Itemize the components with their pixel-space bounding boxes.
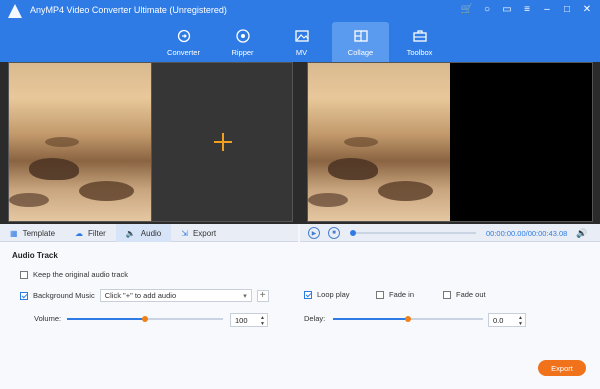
section-title: Audio Track [12, 251, 58, 260]
app-logo-icon [8, 4, 22, 18]
tab-mv-label: MV [295, 47, 308, 57]
tab-audio-label: Audio [140, 228, 162, 238]
menu-icon[interactable]: ≡ [520, 2, 534, 18]
add-audio-button[interactable]: + [256, 289, 269, 302]
tab-template[interactable]: ▦ Template [0, 224, 65, 242]
minimize-icon[interactable]: – [540, 2, 554, 18]
collage-icon [353, 29, 368, 42]
chevron-down-icon: ▾ [243, 292, 247, 300]
stepper-arrows-icon[interactable]: ▲ ▼ [518, 315, 523, 327]
delay-label: Delay: [304, 314, 326, 323]
mv-icon [294, 29, 309, 42]
tab-filter-label: Filter [88, 228, 106, 238]
playhead[interactable] [350, 230, 356, 236]
playback-bar: ▶ ■ 00:00:00.00/00:00:43.08 🔊 [300, 224, 600, 242]
music-select[interactable]: Click "+" to add audio ▾ [99, 289, 252, 302]
delay-value: 0.0 [493, 315, 504, 325]
tab-collage-label: Collage [347, 47, 374, 57]
loop-play-label: Loop play [317, 290, 350, 299]
preview-area [0, 62, 600, 224]
converter-icon [177, 29, 190, 42]
fade-in-row: Fade in [376, 290, 414, 299]
stepper-arrows-icon[interactable]: ▲ ▼ [260, 315, 265, 327]
title-bar: AnyMP4 Video Converter Ultimate (Unregis… [0, 0, 600, 22]
volume-icon[interactable]: 🔊 [576, 228, 587, 239]
tab-export[interactable]: ⇲ Export [171, 224, 226, 242]
collage-subtabs: ▦ Template ☁ Filter 🔈 Audio ⇲ Export [0, 224, 298, 242]
tab-audio[interactable]: 🔈 Audio [115, 224, 172, 242]
volume-slider[interactable] [67, 316, 223, 322]
tab-ripper-label: Ripper [231, 47, 254, 57]
keep-original-row: Keep the original audio track [20, 270, 128, 279]
tab-collage[interactable]: Collage [332, 22, 389, 62]
tab-filter[interactable]: ☁ Filter [65, 224, 116, 242]
volume-value: 100 [235, 315, 248, 325]
app-title: AnyMP4 Video Converter Ultimate (Unregis… [30, 5, 227, 15]
volume-label: Volume: [34, 314, 62, 323]
playback-progress[interactable] [350, 230, 476, 236]
cart-icon[interactable]: 🛒 [460, 2, 474, 18]
loop-play-row: Loop play [304, 290, 350, 299]
tab-ripper[interactable]: Ripper [214, 22, 271, 62]
filter-icon: ☁ [75, 228, 84, 238]
audio-panel: Audio Track Keep the original audio trac… [0, 242, 600, 389]
loop-play-checkbox[interactable] [304, 290, 312, 299]
preview-video-frame [308, 63, 450, 221]
playback-time: 00:00:00.00/00:00:43.08 [486, 229, 568, 238]
close-icon[interactable]: ✕ [580, 2, 594, 18]
tab-converter-label: Converter [167, 47, 200, 57]
tab-export-label: Export [192, 228, 217, 238]
fade-out-row: Fade out [443, 290, 486, 299]
main-nav: Converter Ripper MV Collage Toolbox [155, 22, 450, 62]
toolbox-icon [412, 29, 427, 42]
output-preview [307, 62, 593, 222]
stop-icon[interactable]: ■ [328, 227, 340, 239]
export-tab-icon: ⇲ [181, 228, 188, 238]
delay-knob[interactable] [405, 316, 411, 322]
window-controls: 🛒 ○ ▭ ≡ – □ ✕ [460, 2, 594, 18]
volume-knob[interactable] [142, 316, 148, 322]
collage-cell-video[interactable] [9, 63, 151, 221]
play-icon[interactable]: ▶ [308, 227, 320, 239]
keep-original-label: Keep the original audio track [33, 270, 129, 279]
delay-slider[interactable] [333, 316, 483, 322]
delay-stepper[interactable]: 0.0 ▲ ▼ [488, 313, 526, 327]
collage-editor [8, 62, 293, 222]
fade-out-label: Fade out [456, 290, 486, 299]
fade-in-checkbox[interactable] [376, 290, 384, 299]
bg-music-row: Background Music Click "+" to add audio … [20, 289, 269, 302]
fade-out-checkbox[interactable] [443, 290, 451, 299]
ripper-icon [235, 28, 250, 43]
volume-stepper[interactable]: 100 ▲ ▼ [230, 313, 268, 327]
bg-music-checkbox[interactable] [20, 291, 28, 300]
maximize-icon[interactable]: □ [560, 2, 574, 18]
export-button[interactable]: Export [538, 360, 586, 376]
music-select-value: Click "+" to add audio [104, 291, 177, 300]
delay-fill [333, 318, 408, 320]
tab-toolbox-label: Toolbox [406, 47, 433, 57]
header-bar: AnyMP4 Video Converter Ultimate (Unregis… [0, 0, 600, 62]
add-media-icon[interactable] [214, 133, 232, 151]
tab-converter[interactable]: Converter [155, 22, 212, 62]
tab-template-label: Template [22, 228, 56, 238]
fade-in-label: Fade in [389, 290, 415, 299]
audio-icon: 🔈 [125, 228, 136, 238]
volume-fill [67, 318, 145, 320]
tab-toolbox[interactable]: Toolbox [391, 22, 448, 62]
keep-original-checkbox[interactable] [20, 270, 28, 279]
feedback-icon[interactable]: ▭ [500, 2, 514, 18]
account-icon[interactable]: ○ [480, 2, 494, 18]
collage-cell-empty[interactable] [151, 63, 292, 221]
tab-mv[interactable]: MV [273, 22, 330, 62]
preview-empty-cell [449, 63, 592, 221]
bg-music-label: Background Music [33, 291, 95, 300]
template-icon: ▦ [10, 228, 18, 238]
